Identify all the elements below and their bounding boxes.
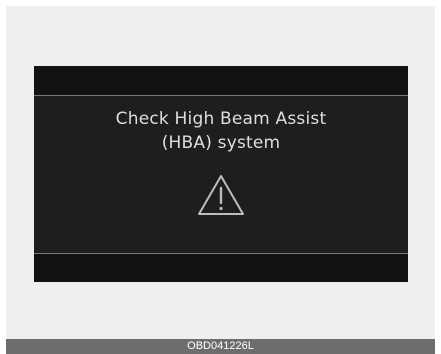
cluster-display: Check High Beam Assist (HBA) system bbox=[34, 66, 408, 282]
warning-message-line1: Check High Beam Assist bbox=[115, 109, 327, 129]
warning-triangle-icon bbox=[198, 175, 244, 215]
image-code-caption: OBD041226L bbox=[6, 339, 435, 354]
warning-message-line2: (HBA) system bbox=[161, 133, 281, 153]
display-bottom-band bbox=[34, 253, 408, 282]
display-top-band bbox=[34, 66, 408, 96]
